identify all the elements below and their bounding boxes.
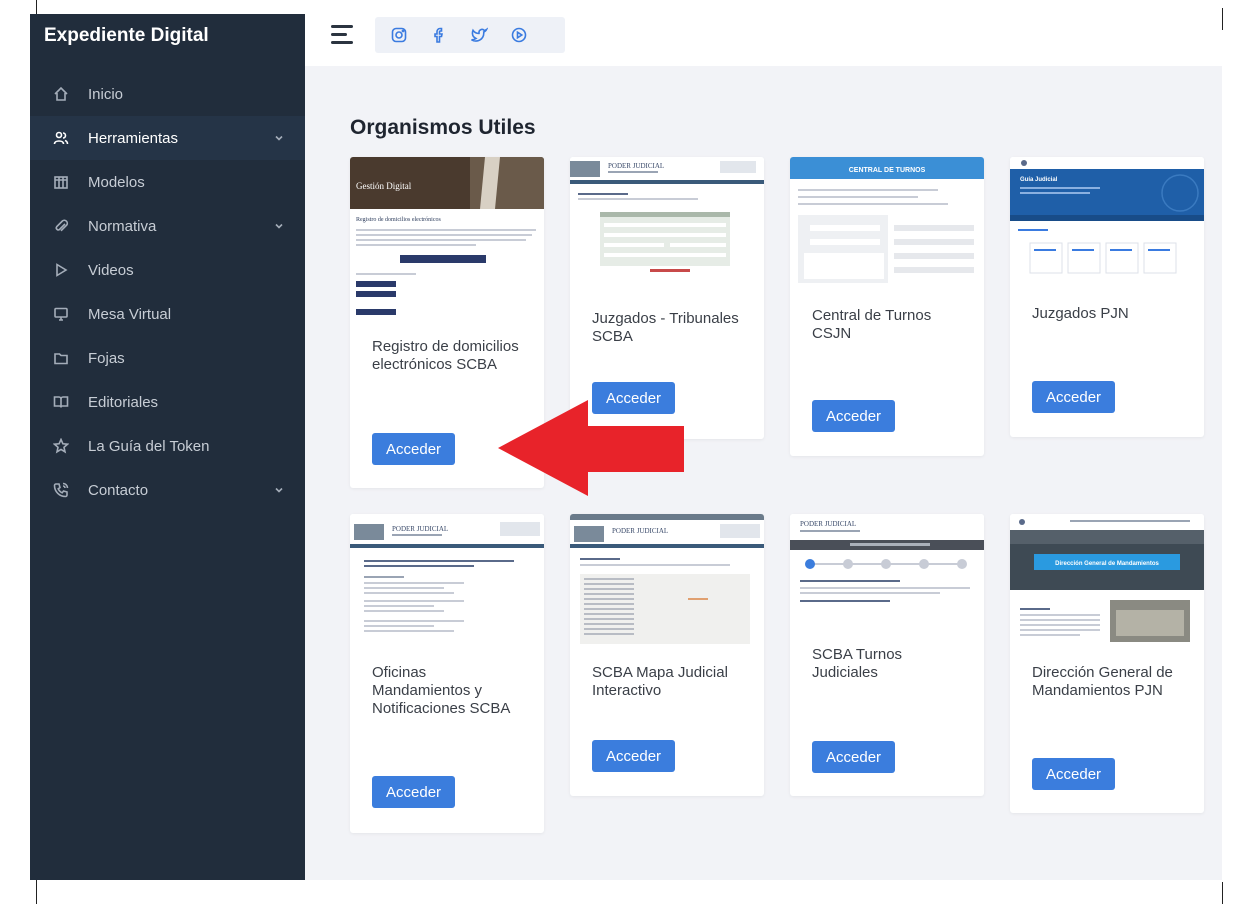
thumb-caption: Dirección General de Mandamientos bbox=[1055, 561, 1159, 567]
card-thumbnail[interactable]: Guía Judicial bbox=[1010, 157, 1204, 317]
acceder-button[interactable]: Acceder bbox=[372, 433, 456, 465]
home-icon bbox=[52, 85, 70, 103]
thumb-caption: PODER JUDICIAL bbox=[612, 527, 668, 535]
monitor-icon bbox=[52, 305, 70, 323]
card-title: Registro de domicilios electrónicos SCBA bbox=[372, 338, 519, 373]
twitter-icon[interactable] bbox=[469, 25, 489, 45]
acceder-button[interactable]: Acceder bbox=[812, 400, 896, 432]
acceder-button[interactable]: Acceder bbox=[1032, 758, 1116, 790]
sidebar-item-inicio[interactable]: Inicio bbox=[30, 72, 305, 116]
thumb-caption: CENTRAL DE TURNOS bbox=[849, 167, 926, 174]
thumb-caption: Gestión Digital bbox=[356, 181, 412, 191]
card-title: SCBA Mapa Judicial Interactivo bbox=[592, 664, 728, 699]
social-links bbox=[375, 17, 565, 53]
phone-icon bbox=[52, 481, 70, 499]
page-title-rest: Utiles bbox=[478, 116, 536, 139]
chevron-down-icon bbox=[273, 483, 285, 495]
frame-border-right-top bbox=[1222, 8, 1223, 30]
brand-title[interactable]: Expediente Digital bbox=[30, 14, 305, 57]
thumb-caption: Guía Judicial bbox=[1020, 177, 1058, 183]
thumb-caption: PODER JUDICIAL bbox=[608, 162, 664, 170]
sidebar-item-herramientas[interactable]: Herramientas bbox=[30, 116, 305, 160]
card-title: SCBA Turnos Judiciales bbox=[812, 646, 903, 681]
card-juzgados-tribunales: PODER JUDICIAL Juzgados - Tribunales SCB… bbox=[570, 157, 764, 439]
card-thumbnail[interactable]: PODER JUDICIAL bbox=[350, 514, 544, 674]
card-central-turnos: CENTRAL DE TURNOS Central de Turnos CSJN… bbox=[790, 157, 984, 456]
acceder-button[interactable]: Acceder bbox=[1032, 381, 1116, 413]
card-oficinas-mandamientos: PODER JUDICIAL Oficinas Mandamientos y N… bbox=[350, 514, 544, 833]
folder-icon bbox=[52, 349, 70, 367]
instagram-icon[interactable] bbox=[389, 25, 409, 45]
page-title: Organismos Utiles bbox=[350, 116, 536, 140]
card-title: Dirección General de Mandamientos PJN bbox=[1032, 664, 1173, 699]
sidebar-item-contacto[interactable]: Contacto bbox=[30, 468, 305, 512]
sidebar-item-label: Mesa Virtual bbox=[88, 305, 172, 323]
columns-icon bbox=[52, 173, 70, 191]
sidebar-item-label: Editoriales bbox=[88, 393, 159, 411]
sidebar-item-label: Inicio bbox=[88, 85, 124, 103]
sidebar-item-guia-del-token[interactable]: La Guía del Token bbox=[30, 424, 305, 468]
sidebar-item-label: Normativa bbox=[88, 217, 157, 235]
sidebar-item-label: Modelos bbox=[88, 173, 145, 191]
card-juzgados-pjn: Guía Judicial Juzgados PJN Acceder bbox=[1010, 157, 1204, 437]
page-title-bold: Organismos bbox=[350, 116, 473, 139]
thumb-caption: PODER JUDICIAL bbox=[392, 525, 448, 533]
card-title: Juzgados - Tribunales SCBA bbox=[592, 310, 739, 345]
sidebar-item-videos[interactable]: Videos bbox=[30, 248, 305, 292]
users-icon bbox=[52, 129, 70, 147]
book-icon bbox=[52, 393, 70, 411]
sidebar-nav: Inicio Herramientas Modelos Normativa Vi… bbox=[30, 72, 305, 512]
play-icon bbox=[52, 261, 70, 279]
card-direccion-mandamientos: Dirección General de Mandamientos Direcc… bbox=[1010, 514, 1204, 813]
card-thumbnail[interactable]: PODER JUDICIAL bbox=[570, 157, 764, 317]
paperclip-icon bbox=[52, 217, 70, 235]
sidebar-item-label: La Guía del Token bbox=[88, 437, 210, 455]
acceder-button[interactable]: Acceder bbox=[592, 740, 676, 772]
card-title: Oficinas Mandamientos y Notificaciones S… bbox=[372, 664, 511, 717]
sidebar-item-modelos[interactable]: Modelos bbox=[30, 160, 305, 204]
sidebar-item-label: Fojas bbox=[88, 349, 125, 367]
chevron-down-icon bbox=[273, 131, 285, 143]
card-mapa-judicial: PODER JUDICIAL SCBA Mapa Judicial Intera… bbox=[570, 514, 764, 796]
card-title: Juzgados PJN bbox=[1032, 305, 1129, 322]
sidebar-item-label: Herramientas bbox=[88, 129, 179, 147]
thumb-caption: Registro de domicilios electrónicos bbox=[356, 217, 441, 223]
acceder-button[interactable]: Acceder bbox=[812, 741, 896, 773]
sidebar-item-label: Contacto bbox=[88, 481, 149, 499]
sidebar-item-editoriales[interactable]: Editoriales bbox=[30, 380, 305, 424]
thumb-caption: PODER JUDICIAL bbox=[800, 520, 856, 528]
sidebar-item-label: Videos bbox=[88, 261, 134, 279]
frame-border-right-bottom bbox=[1222, 882, 1223, 904]
card-thumbnail[interactable]: CENTRAL DE TURNOS bbox=[790, 157, 984, 317]
sidebar-item-mesa-virtual[interactable]: Mesa Virtual bbox=[30, 292, 305, 336]
youtube-icon[interactable] bbox=[509, 25, 529, 45]
facebook-icon[interactable] bbox=[429, 25, 449, 45]
top-bar bbox=[305, 14, 1222, 66]
sidebar-item-normativa[interactable]: Normativa bbox=[30, 204, 305, 248]
main-content: Organismos Utiles Gestión Digital Regist… bbox=[305, 66, 1222, 880]
hamburger-menu-icon[interactable] bbox=[331, 25, 353, 45]
card-thumbnail[interactable]: Gestión Digital Registro de domicilios e… bbox=[350, 157, 544, 317]
card-thumbnail[interactable]: Dirección General de Mandamientos bbox=[1010, 514, 1204, 674]
acceder-button[interactable]: Acceder bbox=[372, 776, 456, 808]
star-icon bbox=[52, 437, 70, 455]
sidebar-item-fojas[interactable]: Fojas bbox=[30, 336, 305, 380]
card-thumbnail[interactable]: PODER JUDICIAL bbox=[570, 514, 764, 674]
chevron-down-icon bbox=[273, 219, 285, 231]
card-title: Central de Turnos CSJN bbox=[812, 307, 932, 342]
card-turnos-judiciales: PODER JUDICIAL SCBA Turnos Judiciales Ac… bbox=[790, 514, 984, 796]
sidebar: Expediente Digital Inicio Herramientas M… bbox=[30, 14, 305, 880]
red-arrow-annotation bbox=[498, 400, 684, 496]
